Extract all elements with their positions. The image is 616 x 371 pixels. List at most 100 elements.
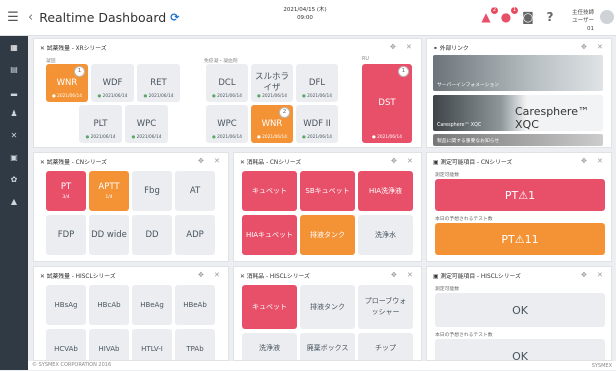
- reagent-tile[interactable]: スルホラ イザ ● 2021/06/14: [251, 64, 293, 102]
- help-icon[interactable]: ?: [542, 10, 558, 26]
- alert-badge: 2: [490, 7, 498, 14]
- supply-tile[interactable]: キュベット: [242, 171, 297, 211]
- caresphere-logo: Caresphere™ XQC: [515, 105, 589, 131]
- reagent-tile[interactable]: HIVAb: [89, 329, 129, 360]
- sidebar-settings-icon[interactable]: ✿: [0, 168, 28, 190]
- warning-icon: ⚠: [514, 232, 525, 246]
- move-icon[interactable]: ✥: [390, 43, 396, 51]
- reagent-tile[interactable]: DFL ● 2021/06/14: [296, 64, 338, 102]
- panel-cn-measurable: ▣ 測定可能項目 - CNシリーズ ✥ ✕ 測定可能数 PT ⚠ 1 本日の予想さ…: [426, 152, 612, 262]
- sidebar-document-icon[interactable]: ▣: [0, 146, 28, 168]
- sidebar-person-icon[interactable]: ♟: [0, 102, 28, 124]
- reagent-tile[interactable]: WPC ● 2021/06/14: [206, 105, 248, 143]
- supply-tile[interactable]: キュベット: [242, 285, 297, 329]
- reagent-tile[interactable]: ADP: [175, 215, 215, 255]
- reagent-tile[interactable]: HBeAb: [175, 285, 215, 325]
- reagent-tile[interactable]: PLT ● 2021/06/14: [79, 105, 122, 143]
- tools-icon: ✕: [40, 46, 45, 52]
- supply-tile[interactable]: 洗浄液: [242, 333, 297, 360]
- status-box[interactable]: OK: [435, 339, 605, 360]
- panel-title: ✕ 消耗品 - HISCLシリーズ: [240, 274, 310, 280]
- reagent-tile[interactable]: HBsAg: [46, 285, 86, 325]
- link-caption: 製品に関する重要なお知らせ: [437, 139, 500, 144]
- close-icon[interactable]: ✕: [407, 157, 413, 165]
- reagent-tile[interactable]: RET ● 2021/06/14: [137, 64, 180, 102]
- reagent-tile[interactable]: HBeAg: [132, 285, 172, 325]
- supply-tile[interactable]: プローブウォ ッシャー: [358, 285, 413, 329]
- reagent-tile[interactable]: TPAb: [175, 329, 215, 360]
- tools-icon: ✕: [40, 274, 45, 280]
- panel-title: ▣ 測定可能項目 - HISCLシリーズ: [433, 274, 521, 280]
- status-box[interactable]: OK: [435, 293, 605, 327]
- move-icon[interactable]: ✥: [198, 271, 204, 279]
- close-icon[interactable]: ✕: [214, 271, 220, 279]
- link-banner[interactable]: 製品に関する重要なお知らせ: [433, 134, 603, 146]
- panel-title: ✕ 試薬残量 - CNシリーズ: [40, 160, 107, 166]
- link-banner[interactable]: Caresphere™ XQC Caresphere™ XQC: [433, 95, 603, 131]
- copyright-text: © SYSMEX CORPORATION 2016: [32, 362, 112, 368]
- close-icon[interactable]: ✕: [597, 157, 603, 165]
- sidebar-user-icon[interactable]: ▲: [0, 190, 28, 212]
- move-icon[interactable]: ✥: [581, 271, 587, 279]
- reagent-tile[interactable]: APTT 1/4: [89, 171, 129, 211]
- warning-icon: ⚠: [518, 188, 529, 202]
- supply-tile[interactable]: 廃棄ボックス: [300, 333, 355, 360]
- panel-hiscl-measurable: ▣ 測定可能項目 - HISCLシリーズ ✥ ✕ 測定可能数 OK 本日の予想さ…: [426, 266, 612, 361]
- back-icon[interactable]: ‹: [28, 10, 33, 25]
- camera-icon[interactable]: ◙: [520, 10, 536, 26]
- user-info[interactable]: 主任技師 ユーザー01: [566, 9, 594, 33]
- date-text: 2021/04/15 (木): [283, 7, 327, 13]
- supply-tile[interactable]: 排液タンク: [300, 215, 355, 255]
- avatar[interactable]: [600, 10, 614, 24]
- status-box[interactable]: PT ⚠ 11: [435, 223, 605, 255]
- menu-icon[interactable]: ☰: [0, 10, 26, 25]
- sidebar-tools-icon[interactable]: ✕: [0, 124, 28, 146]
- refresh-icon[interactable]: ⟳: [170, 11, 179, 24]
- supply-tile[interactable]: SBキュベット: [300, 171, 355, 211]
- chat-icon[interactable]: ● 1: [498, 7, 518, 26]
- move-icon[interactable]: ✥: [581, 157, 587, 165]
- supply-tile[interactable]: HIA洗浄液: [358, 171, 413, 211]
- reagent-tile[interactable]: WNR 1 ● 2021/06/14: [46, 64, 88, 102]
- supply-tile[interactable]: 排液タンク: [300, 285, 355, 329]
- reagent-tile[interactable]: AT: [175, 171, 215, 211]
- link-banner[interactable]: サーバーインフォメーション: [433, 55, 603, 91]
- link-caption: サーバーインフォメーション: [437, 83, 500, 88]
- move-icon[interactable]: ✥: [581, 43, 587, 51]
- close-icon[interactable]: ✕: [597, 43, 603, 51]
- close-icon[interactable]: ✕: [214, 157, 220, 165]
- sidebar-list-icon[interactable]: ▤: [0, 58, 28, 80]
- group-label: RU: [362, 57, 369, 62]
- reagent-tile[interactable]: DCL ● 2021/06/14: [206, 64, 248, 102]
- reagent-tile[interactable]: HCVAb: [46, 329, 86, 360]
- move-icon[interactable]: ✥: [391, 271, 397, 279]
- move-icon[interactable]: ✥: [198, 157, 204, 165]
- sidebar-chart-icon[interactable]: ▂: [0, 80, 28, 102]
- reagent-tile[interactable]: FDP: [46, 215, 86, 255]
- reagent-tile[interactable]: DST 1 ● 2021/06/14: [362, 64, 412, 143]
- reagent-tile[interactable]: PT 3/4: [46, 171, 86, 211]
- close-icon[interactable]: ✕: [406, 43, 412, 51]
- reagent-tile[interactable]: HTLV-I: [132, 329, 172, 360]
- tools-icon: ✕: [240, 160, 245, 166]
- supply-tile[interactable]: 洗浄水: [358, 215, 413, 255]
- reagent-tile[interactable]: HBcAb: [89, 285, 129, 325]
- close-icon[interactable]: ✕: [597, 271, 603, 279]
- reagent-tile[interactable]: Fbg: [132, 171, 172, 211]
- move-icon[interactable]: ✥: [391, 157, 397, 165]
- supply-tile[interactable]: チップ: [358, 333, 413, 360]
- panel-title: ✕ 試薬残量 - XRシリーズ: [40, 46, 107, 52]
- group-label: 免疫凝・凝血剤: [204, 59, 238, 64]
- status-box[interactable]: PT ⚠ 1: [435, 179, 605, 211]
- sidebar-dashboard-icon[interactable]: ▦: [0, 36, 28, 58]
- supply-tile[interactable]: HIAキュベット: [242, 215, 297, 255]
- alert-icon[interactable]: ▲ 2: [478, 7, 498, 26]
- panel-external-links: ⚭ 外部リンク ✥ ✕ サーバーインフォメーション Caresphere™ XQ…: [426, 38, 612, 148]
- reagent-tile[interactable]: WPC ● 2021/06/14: [125, 105, 168, 143]
- reagent-tile[interactable]: DD wide: [89, 215, 129, 255]
- reagent-tile[interactable]: DD: [132, 215, 172, 255]
- close-icon[interactable]: ✕: [407, 271, 413, 279]
- reagent-tile[interactable]: WDF II ● 2021/06/14: [296, 105, 338, 143]
- reagent-tile[interactable]: WDF ● 2021/06/14: [91, 64, 134, 102]
- reagent-tile[interactable]: WNR 2 ● 2021/06/14: [251, 105, 293, 143]
